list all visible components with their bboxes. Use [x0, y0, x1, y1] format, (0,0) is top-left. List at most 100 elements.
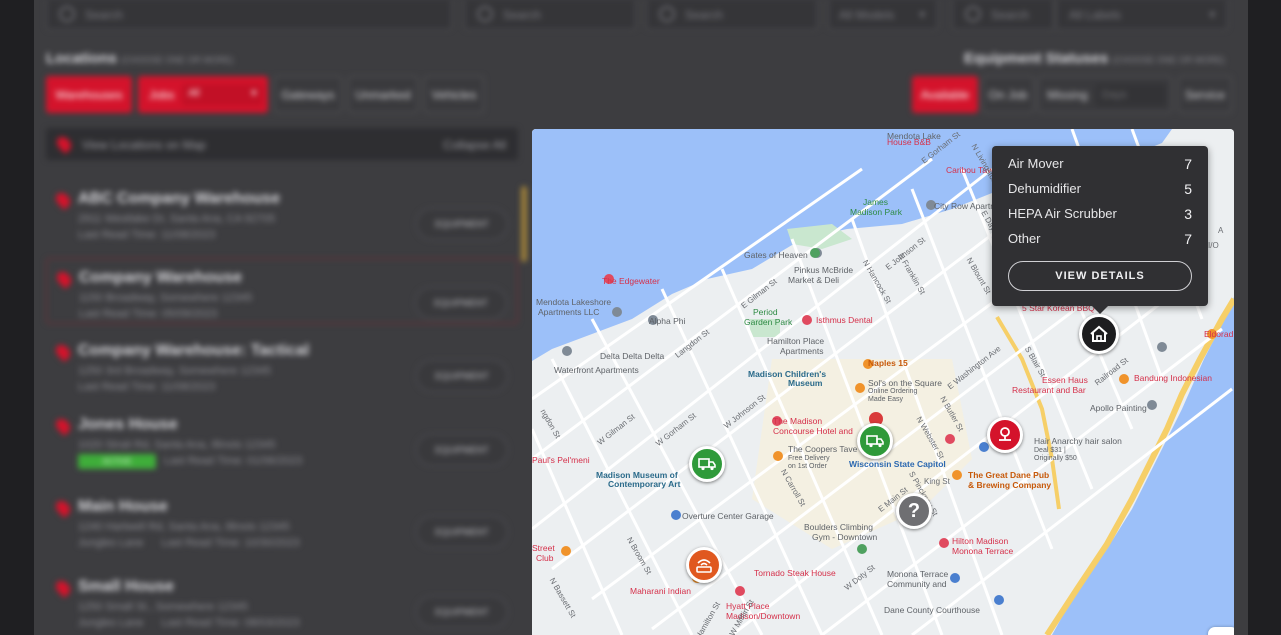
map-pin-icon	[53, 190, 73, 210]
missing-label: Missing	[1047, 87, 1088, 102]
available-button[interactable]: Available	[912, 76, 978, 113]
map-label: Hair Anarchy hair salon	[1034, 436, 1122, 446]
label-select[interactable]: All Labels ▾	[1056, 0, 1228, 30]
missing-days-input[interactable]: Days	[1095, 83, 1166, 106]
jobs-button[interactable]: Jobs All ▾	[138, 76, 268, 113]
equipment-button[interactable]: EQUIPMENT	[416, 360, 508, 392]
equipment-button[interactable]: EQUIPMENT	[416, 516, 508, 548]
vehicle-marker[interactable]	[689, 446, 725, 482]
map-pin-icon	[53, 416, 73, 436]
location-meta: Jungles Lane Last Read Time: 08/03/2023	[78, 617, 300, 629]
map-label: Market & Deli	[788, 275, 840, 285]
location-name: Small House	[78, 578, 175, 595]
equipment-hint: (CHOOSE ONE OR MORE)	[1112, 55, 1225, 65]
popup-row-count: 7	[1184, 231, 1192, 247]
location-address: 1250 3rd Broadway, Somewhere 12345	[78, 365, 272, 377]
popup-row-label: Air Mover	[1008, 156, 1064, 171]
view-details-button[interactable]: VIEW DETAILS	[1008, 261, 1192, 291]
search-filter-2[interactable]: Search	[464, 0, 636, 30]
map-label: Waterfront Apartments	[554, 365, 639, 375]
map-label: I/O	[1208, 241, 1219, 250]
popup-row-count: 3	[1184, 206, 1192, 222]
popup-row-count: 7	[1184, 156, 1192, 172]
map-label: Naples 15	[868, 358, 908, 368]
collapse-all-link[interactable]: Collapse All	[443, 138, 506, 152]
location-last-read: Last Read Time: 10/30/2023	[161, 537, 300, 549]
gateway-marker[interactable]	[686, 547, 722, 583]
model-select[interactable]: All Models ▾	[828, 0, 938, 30]
search-filter-4[interactable]: Search	[952, 0, 1054, 30]
map-pin-icon	[53, 578, 73, 598]
unmarked-label: Unmarked	[355, 87, 411, 102]
service-button[interactable]: Service	[1178, 76, 1232, 113]
map-label: Club	[536, 553, 554, 563]
unmarked-button[interactable]: Unmarked	[348, 76, 418, 113]
equipment-button[interactable]: EQUIPMENT	[416, 208, 508, 240]
equipment-button[interactable]: EQUIPMENT	[416, 596, 508, 628]
list-scrollbar[interactable]	[521, 186, 527, 262]
location-name: Company Warehouse: Tactical	[78, 342, 310, 359]
popup-row-count: 5	[1184, 181, 1192, 197]
map-label: Gates of Heaven	[744, 250, 808, 260]
warehouses-button[interactable]: Warehouses	[46, 76, 132, 113]
list-item[interactable]: Company Warehouse 1150 Broadway, Somewhe…	[46, 258, 518, 324]
gateways-button[interactable]: Gateways	[274, 76, 342, 113]
job-marker[interactable]	[987, 417, 1023, 453]
jobs-select[interactable]: All ▾	[182, 83, 263, 106]
search-icon	[965, 6, 981, 22]
list-item[interactable]: Jones House 1020 Strait Rd, Santa Ana, I…	[46, 406, 518, 472]
map-label: Tornado Steak House	[754, 568, 836, 578]
map-label: Hamilton Place	[767, 336, 825, 346]
popup-row-label: Dehumidifier	[1008, 181, 1081, 196]
chevron-down-icon: ▾	[1209, 9, 1215, 21]
missing-button[interactable]: Missing Days	[1038, 76, 1172, 113]
vehicles-button[interactable]: Vehicles	[424, 76, 484, 113]
search-filter-1[interactable]: Search	[46, 0, 452, 30]
unmarked-marker[interactable]: ?	[896, 493, 932, 529]
map-label: Delta Delta Delta	[600, 351, 665, 361]
location-address: 1240 Hartwell Rd, Santa Ana, Illinois 12…	[78, 521, 290, 533]
map-label: Overture Center Garage	[682, 511, 774, 521]
on-job-label: On Job	[988, 87, 1028, 102]
filter-row: Search Search Search All Models ▾ Search…	[46, 0, 1246, 30]
map-pin-icon	[53, 342, 73, 362]
location-last-read: Last Read Time: 01/06/2023	[164, 455, 303, 467]
map-label: Alpha Phi	[649, 316, 686, 326]
vehicle-marker[interactable]	[857, 423, 893, 459]
list-item[interactable]: Main House 1240 Hartwell Rd, Santa Ana, …	[46, 488, 518, 554]
map-label: Street	[532, 543, 555, 553]
equipment-button[interactable]: EQUIPMENT	[416, 434, 508, 466]
search-filter-3[interactable]: Search	[646, 0, 818, 30]
equipment-button[interactable]: EQUIPMENT	[415, 287, 507, 319]
search-icon	[659, 6, 675, 22]
warehouse-marker[interactable]	[1079, 314, 1119, 354]
list-item[interactable]: Small House 1250 Small St., Somewhere 12…	[46, 568, 518, 634]
model-select-value: All Models	[839, 8, 895, 22]
view-on-map-bar[interactable]: View Locations on Map Collapse All	[46, 128, 518, 160]
map-label: Apartments LLC	[538, 307, 600, 317]
map-label: Dane County Courthouse	[884, 605, 980, 615]
map-label: Mendota Lakeshore	[536, 297, 612, 307]
map-label: Garden Park	[744, 317, 793, 327]
map-label: The Madison	[773, 416, 823, 426]
search-icon	[477, 6, 493, 22]
gateway-icon	[696, 559, 712, 573]
map-zoom-control[interactable]	[1208, 627, 1234, 635]
label-select-value: All Labels	[1069, 8, 1122, 22]
map-label: Wisconsin State Capitol	[849, 459, 946, 469]
map-label: Concourse Hotel and	[773, 426, 853, 436]
truck-icon	[866, 435, 884, 448]
location-meta: Jungles Lane Last Read Time: 10/30/2023	[78, 537, 300, 549]
on-job-button[interactable]: On Job	[982, 76, 1034, 113]
list-item[interactable]: ABC Company Warehouse 2911 Westlake Dr, …	[46, 180, 518, 246]
location-name: Company Warehouse	[79, 269, 242, 286]
map-label: Apartments	[780, 346, 824, 356]
location-tag: Jungles Lane	[78, 537, 144, 549]
street-label: King St	[924, 477, 950, 486]
popup-row-label: HEPA Air Scrubber	[1008, 206, 1117, 221]
location-pin-icon	[999, 427, 1011, 441]
map-label: Monona Terrace	[952, 546, 1014, 556]
map-label: The Coopers Tave	[788, 444, 858, 454]
list-item[interactable]: Company Warehouse: Tactical 1250 3rd Bro…	[46, 332, 518, 398]
map-label: Madison Park	[850, 207, 902, 217]
